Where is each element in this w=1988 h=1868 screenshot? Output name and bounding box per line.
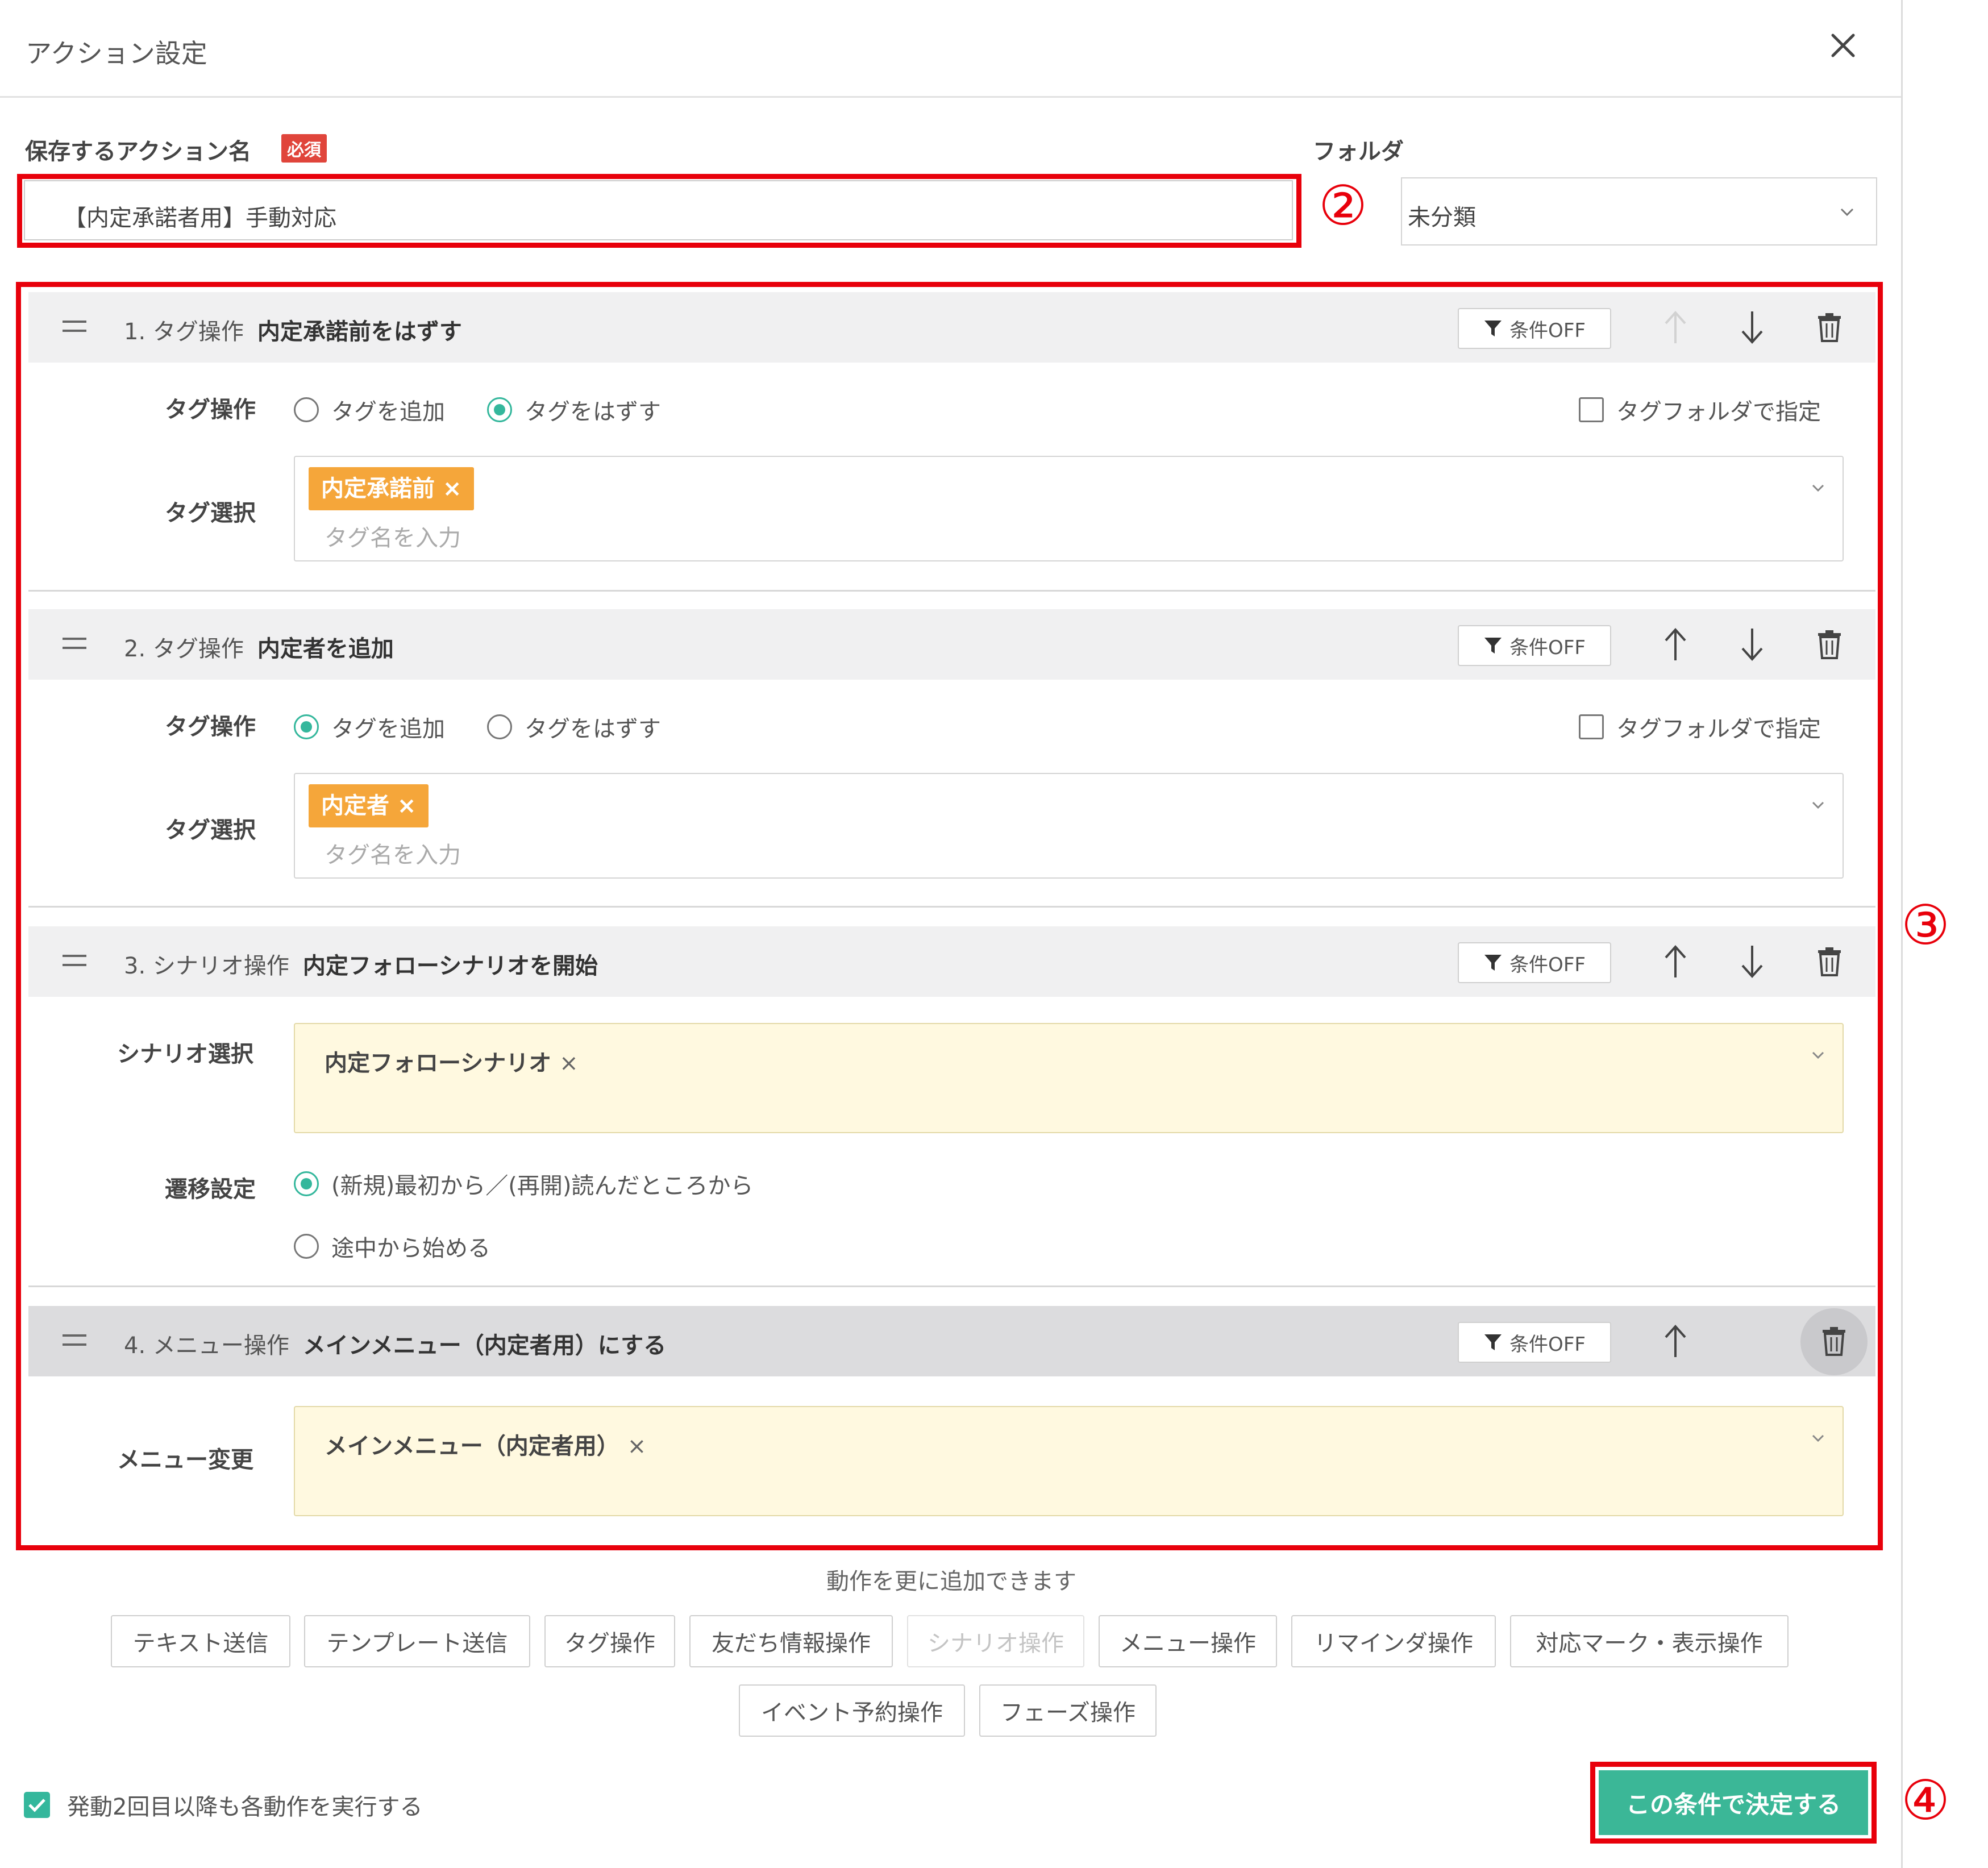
dialog-header: アクション設定 — [0, 0, 1901, 98]
annotation-4: ④ — [1901, 1769, 1950, 1832]
annotation-box-2 — [17, 174, 1301, 248]
checkbox-checked-icon — [24, 1792, 50, 1818]
chevron-down-icon — [1840, 208, 1854, 217]
add-event-reservation-button[interactable]: イベント予約操作 — [739, 1684, 965, 1737]
folder-value: 未分類 — [1408, 205, 1476, 231]
add-mark-display-button[interactable]: 対応マーク・表示操作 — [1510, 1615, 1789, 1667]
action-name-label: 保存するアクション名 — [25, 139, 251, 165]
folder-select[interactable]: 未分類 — [1401, 177, 1877, 246]
add-template-send-button[interactable]: テンプレート送信 — [304, 1615, 530, 1667]
action-settings-dialog: アクション設定 保存するアクション名 必須 【内定承諾者用】手動対応 ② フォル… — [0, 0, 1950, 1868]
annotation-3: ③ — [1901, 893, 1950, 957]
add-text-send-button[interactable]: テキスト送信 — [111, 1615, 290, 1667]
folder-label: フォルダ — [1313, 139, 1404, 165]
annotation-box-3 — [16, 282, 1883, 1550]
add-more-text: 動作を更に追加できます — [826, 1569, 1076, 1595]
repeat-actions-checkbox[interactable]: 発動2回目以降も各動作を実行する — [24, 1788, 422, 1821]
annotation-2: ② — [1319, 174, 1368, 238]
dialog-title: アクション設定 — [26, 38, 207, 69]
add-phase-operation-button[interactable]: フェーズ操作 — [979, 1684, 1157, 1737]
add-scenario-operation-button[interactable]: シナリオ操作 — [907, 1615, 1084, 1667]
add-friend-info-button[interactable]: 友だち情報操作 — [689, 1615, 893, 1667]
add-reminder-button[interactable]: リマインダ操作 — [1291, 1615, 1496, 1667]
add-menu-operation-button[interactable]: メニュー操作 — [1099, 1615, 1277, 1667]
add-tag-operation-button[interactable]: タグ操作 — [544, 1615, 675, 1667]
close-icon[interactable] — [1827, 30, 1859, 61]
required-badge: 必須 — [281, 134, 327, 163]
annotation-box-4 — [1590, 1762, 1877, 1844]
